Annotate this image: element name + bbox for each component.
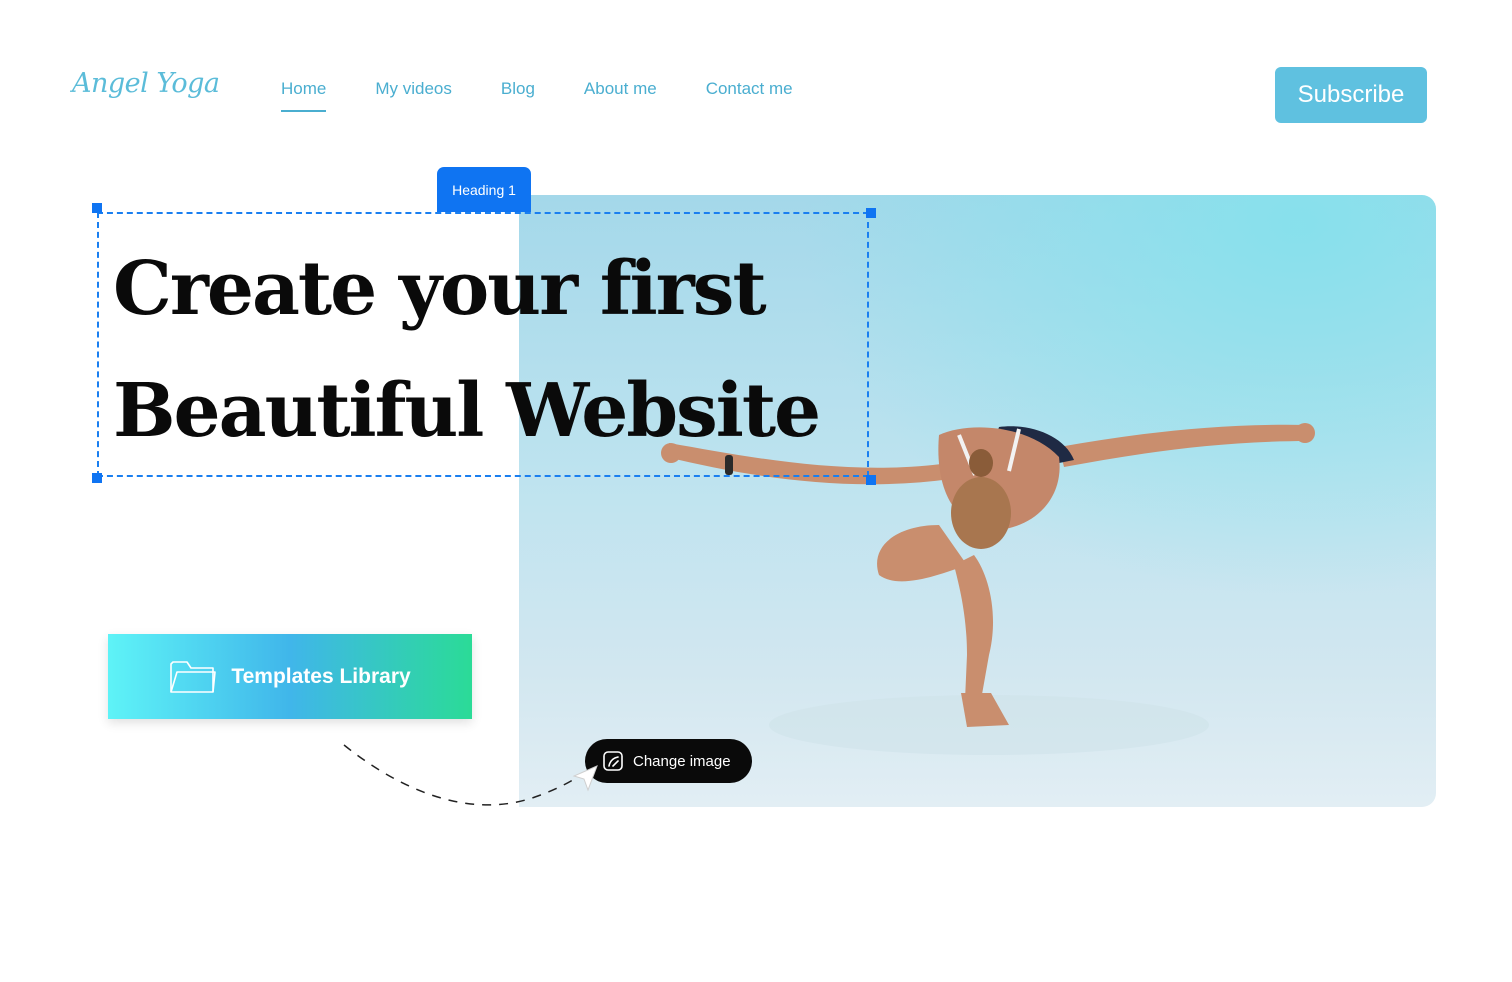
- resize-handle-top-right[interactable]: [866, 208, 876, 218]
- nav-item-contact-me[interactable]: Contact me: [706, 79, 793, 99]
- page: Angel Yoga Home My videos Blog About me …: [0, 0, 1512, 982]
- resize-handle-top-left[interactable]: [92, 203, 102, 213]
- dashed-arrow-connector: [343, 744, 593, 806]
- change-image-button[interactable]: Change image: [585, 739, 752, 783]
- nav-item-about-me[interactable]: About me: [584, 79, 657, 99]
- nav-item-blog[interactable]: Blog: [501, 79, 535, 99]
- folder-icon: [170, 660, 217, 693]
- site-logo[interactable]: Angel Yoga: [72, 68, 220, 99]
- image-edit-icon: [603, 751, 623, 771]
- nav-item-home[interactable]: Home: [281, 79, 327, 112]
- templates-library-button[interactable]: Templates Library: [108, 634, 472, 719]
- templates-library-label: Templates Library: [231, 664, 411, 688]
- mouse-cursor-icon: [572, 765, 598, 792]
- selection-type-tag: Heading 1: [437, 167, 531, 212]
- nav-item-my-videos[interactable]: My videos: [375, 79, 452, 99]
- main-nav: Home My videos Blog About me Contact me: [281, 79, 842, 112]
- resize-handle-bottom-left[interactable]: [92, 473, 102, 483]
- hero-heading[interactable]: Create your first Beautiful Website: [113, 228, 821, 472]
- hero-heading-line-2: Beautiful Website: [113, 368, 821, 454]
- subscribe-button[interactable]: Subscribe: [1275, 67, 1427, 123]
- change-image-label: Change image: [633, 752, 731, 770]
- resize-handle-bottom-right[interactable]: [866, 475, 876, 485]
- hero-heading-line-1: Create your first: [113, 246, 767, 332]
